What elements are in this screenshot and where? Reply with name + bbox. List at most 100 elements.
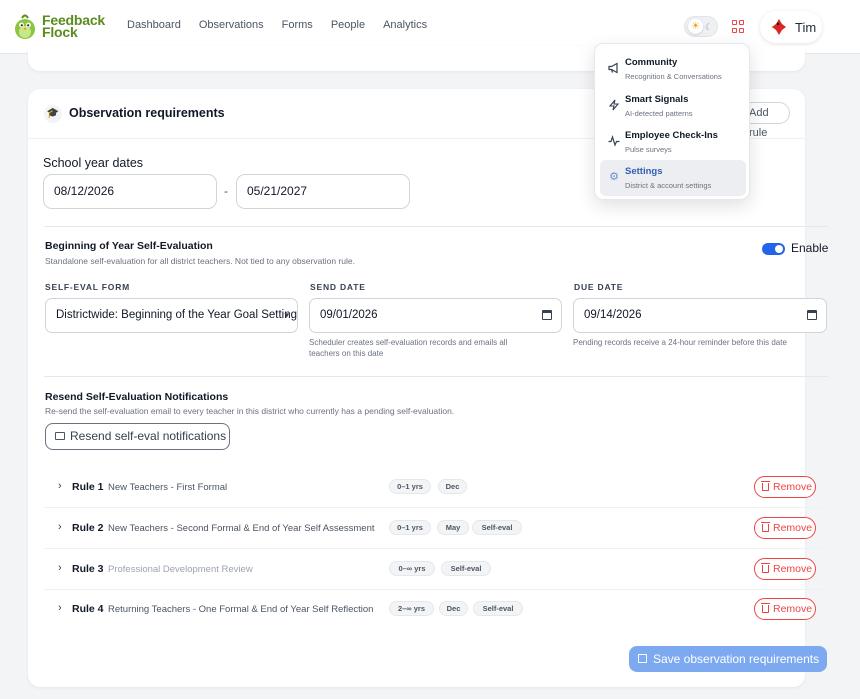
send-date-hint-line-2: teachers on this date (309, 349, 384, 358)
apps-grid-icon[interactable] (732, 20, 745, 33)
nav-observations[interactable]: Observations (199, 19, 264, 31)
calendar-icon[interactable] (542, 310, 552, 320)
menu-item-employee-check-ins[interactable]: Employee Check-Ins Pulse surveys (600, 124, 746, 160)
remove-button-label: Remove (773, 522, 813, 534)
brand-logo[interactable]: Feedback Flock (12, 12, 105, 40)
mail-icon (55, 432, 65, 440)
rule-tag: Dec (439, 601, 468, 616)
send-date-input[interactable]: 09/01/2026 (309, 298, 562, 333)
rule-row[interactable]: › Rule 1 New Teachers - First Formal 0–1… (44, 467, 828, 508)
divider (44, 376, 828, 377)
menu-item-subtitle: AI-detected patterns (625, 109, 693, 118)
user-name: Tim (795, 19, 817, 35)
remove-rule-button[interactable]: Remove (754, 598, 816, 620)
rule-row[interactable]: › Rule 3 Professional Development Review… (44, 549, 828, 590)
moon-icon: ☾ (704, 22, 713, 32)
school-year-start-input[interactable]: 08/12/2026 (43, 174, 217, 209)
divider (44, 226, 828, 227)
rule-tag: Self-eval (473, 601, 523, 616)
menu-item-title: Employee Check-Ins (625, 130, 718, 141)
self-eval-title: Beginning of Year Self-Evaluation (45, 240, 213, 252)
save-icon (638, 654, 647, 663)
rule-label: Rule 4 (72, 603, 104, 615)
rule-label: Rule 3 (72, 563, 104, 575)
trash-icon (761, 563, 770, 573)
nav-dashboard[interactable]: Dashboard (127, 19, 181, 31)
rule-name: Professional Development Review (108, 564, 253, 575)
remove-rule-button[interactable]: Remove (754, 476, 816, 498)
user-menu-button[interactable]: Tim (760, 11, 822, 43)
self-eval-form-select[interactable]: Districtwide: Beginning of the Year Goal… (45, 298, 298, 333)
megaphone-icon (608, 62, 620, 74)
school-year-end-input[interactable]: 05/21/2027 (236, 174, 410, 209)
nav-people[interactable]: People (331, 19, 365, 31)
self-eval-subtitle: Standalone self-evaluation for all distr… (45, 256, 355, 266)
send-date-label: SEND DATE (310, 282, 366, 292)
menu-item-title: Smart Signals (625, 94, 689, 105)
trash-icon (761, 603, 770, 613)
rule-tag: May (437, 520, 469, 535)
resend-title: Resend Self-Evaluation Notifications (45, 391, 229, 403)
gear-icon: ⚙ (609, 171, 619, 183)
rule-name: New Teachers - First Formal (108, 482, 228, 493)
pulse-icon (608, 135, 620, 147)
trash-icon (761, 522, 770, 532)
remove-rule-button[interactable]: Remove (754, 558, 816, 580)
self-eval-enable-toggle[interactable] (762, 243, 785, 255)
rule-tag: 0–∞ yrs (389, 561, 435, 576)
main-nav: Dashboard Observations Forms People Anal… (127, 19, 445, 31)
menu-item-title: Settings (625, 166, 663, 177)
menu-item-settings[interactable]: ⚙ Settings District & account settings (600, 160, 746, 196)
calendar-icon[interactable] (807, 310, 817, 320)
rule-tag: 2–∞ yrs (389, 601, 434, 616)
menu-item-smart-signals[interactable]: Smart Signals AI-detected patterns (600, 88, 746, 124)
save-button-label: Save observation requirements (653, 652, 820, 666)
date-range-separator: - (224, 184, 228, 198)
user-dropdown-menu: Community Recognition & Conversations Sm… (594, 43, 750, 200)
chevron-updown-icon: ▾ (284, 310, 289, 320)
rule-label: Rule 2 (72, 522, 104, 534)
rule-name: New Teachers - Second Formal & End of Ye… (108, 523, 375, 534)
rule-tag: 0–1 yrs (389, 520, 431, 535)
chevron-right-icon[interactable]: › (58, 480, 62, 492)
self-eval-form-label: SELF-EVAL FORM (45, 282, 131, 292)
menu-item-community[interactable]: Community Recognition & Conversations (600, 51, 746, 87)
lightning-icon (608, 99, 620, 111)
nav-forms[interactable]: Forms (282, 19, 313, 31)
remove-button-label: Remove (773, 481, 813, 493)
rule-tag: Self-eval (472, 520, 522, 535)
rule-label: Rule 1 (72, 481, 104, 493)
resend-button-label: Resend self-eval notifications (70, 429, 227, 443)
due-date-hint: Pending records receive a 24-hour remind… (573, 338, 787, 347)
due-date-value: 09/14/2026 (584, 309, 642, 321)
due-date-input[interactable]: 09/14/2026 (573, 298, 827, 333)
resend-subtitle: Re-send the self-evaluation email to eve… (45, 406, 455, 416)
rule-tag: Self-eval (441, 561, 491, 576)
menu-item-title: Community (625, 57, 678, 68)
self-eval-form-value: Districtwide: Beginning of the Year Goal… (56, 309, 298, 321)
card-title: Observation requirements (69, 106, 225, 120)
theme-toggle[interactable]: ☀ ☾ (684, 16, 718, 37)
save-observation-requirements-button[interactable]: Save observation requirements (629, 646, 827, 672)
chevron-right-icon[interactable]: › (58, 521, 62, 533)
remove-rule-button[interactable]: Remove (754, 517, 816, 539)
send-date-hint: Scheduler creates self-evaluation record… (309, 337, 507, 359)
rule-name: Returning Teachers - One Formal & End of… (108, 604, 374, 615)
trash-icon (761, 481, 770, 491)
menu-item-subtitle: District & account settings (625, 181, 712, 190)
rule-tag: Dec (438, 479, 467, 494)
rule-row[interactable]: › Rule 4 Returning Teachers - One Formal… (44, 589, 828, 630)
chevron-right-icon[interactable]: › (58, 562, 62, 574)
remove-button-label: Remove (773, 563, 813, 575)
sun-icon: ☀ (688, 19, 703, 34)
enable-label: Enable (791, 241, 829, 255)
rule-tag: 0–1 yrs (389, 479, 431, 494)
school-year-label: School year dates (43, 156, 144, 170)
chevron-right-icon[interactable]: › (58, 602, 62, 614)
remove-button-label: Remove (773, 603, 813, 615)
graduation-cap-icon: 🎓 (44, 105, 62, 123)
resend-notifications-button[interactable]: Resend self-eval notifications (45, 423, 230, 450)
rule-row[interactable]: › Rule 2 New Teachers - Second Formal & … (44, 508, 828, 549)
bird-logo-icon (12, 12, 38, 40)
nav-analytics[interactable]: Analytics (383, 19, 427, 31)
